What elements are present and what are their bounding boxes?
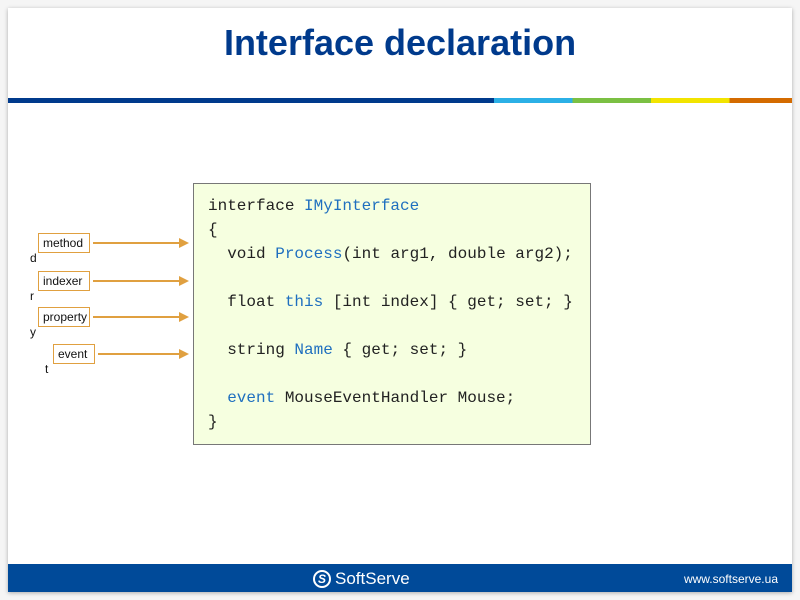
- label-indexer: indexer: [38, 271, 90, 291]
- code-l7-name: Name: [294, 341, 332, 359]
- arrow-property: [93, 316, 181, 318]
- code-l3c: (int arg1, double arg2);: [342, 245, 572, 263]
- label-property-overflow: y: [30, 325, 36, 339]
- code-l5-this: this: [285, 293, 323, 311]
- arrow-indexer: [93, 280, 181, 282]
- arrow-event: [98, 353, 181, 355]
- code-l7a: string: [208, 341, 294, 359]
- label-indexer-overflow: r: [30, 289, 34, 303]
- label-event: event: [53, 344, 95, 364]
- slide: Interface declaration method d indexer r…: [8, 8, 792, 592]
- code-l2: {: [208, 221, 218, 239]
- code-l10: }: [208, 413, 218, 431]
- code-l5a: float: [208, 293, 285, 311]
- label-property: property: [38, 307, 90, 327]
- code-l5c: [int index] { get; set; }: [323, 293, 573, 311]
- label-method-overflow: d: [30, 251, 37, 265]
- arrow-method: [93, 242, 181, 244]
- footer-brand: SoftServe: [335, 569, 410, 589]
- label-event-overflow: t: [45, 362, 48, 376]
- code-l9c: MouseEventHandler Mouse;: [275, 389, 515, 407]
- footer-logo: S SoftServe: [313, 569, 410, 589]
- code-l9a: [208, 389, 227, 407]
- footer-url: www.softserve.ua: [684, 572, 778, 586]
- code-l1-type: IMyInterface: [304, 197, 419, 215]
- code-l1-kw: interface: [208, 197, 304, 215]
- logo-icon: S: [313, 570, 331, 588]
- code-l9-event: event: [227, 389, 275, 407]
- code-l3-name: Process: [275, 245, 342, 263]
- divider-stripe: [8, 98, 792, 103]
- code-block: interface IMyInterface { void Process(in…: [193, 183, 591, 445]
- code-l3a: void: [208, 245, 275, 263]
- code-l7c: { get; set; }: [333, 341, 467, 359]
- slide-title: Interface declaration: [8, 8, 792, 64]
- label-method: method: [38, 233, 90, 253]
